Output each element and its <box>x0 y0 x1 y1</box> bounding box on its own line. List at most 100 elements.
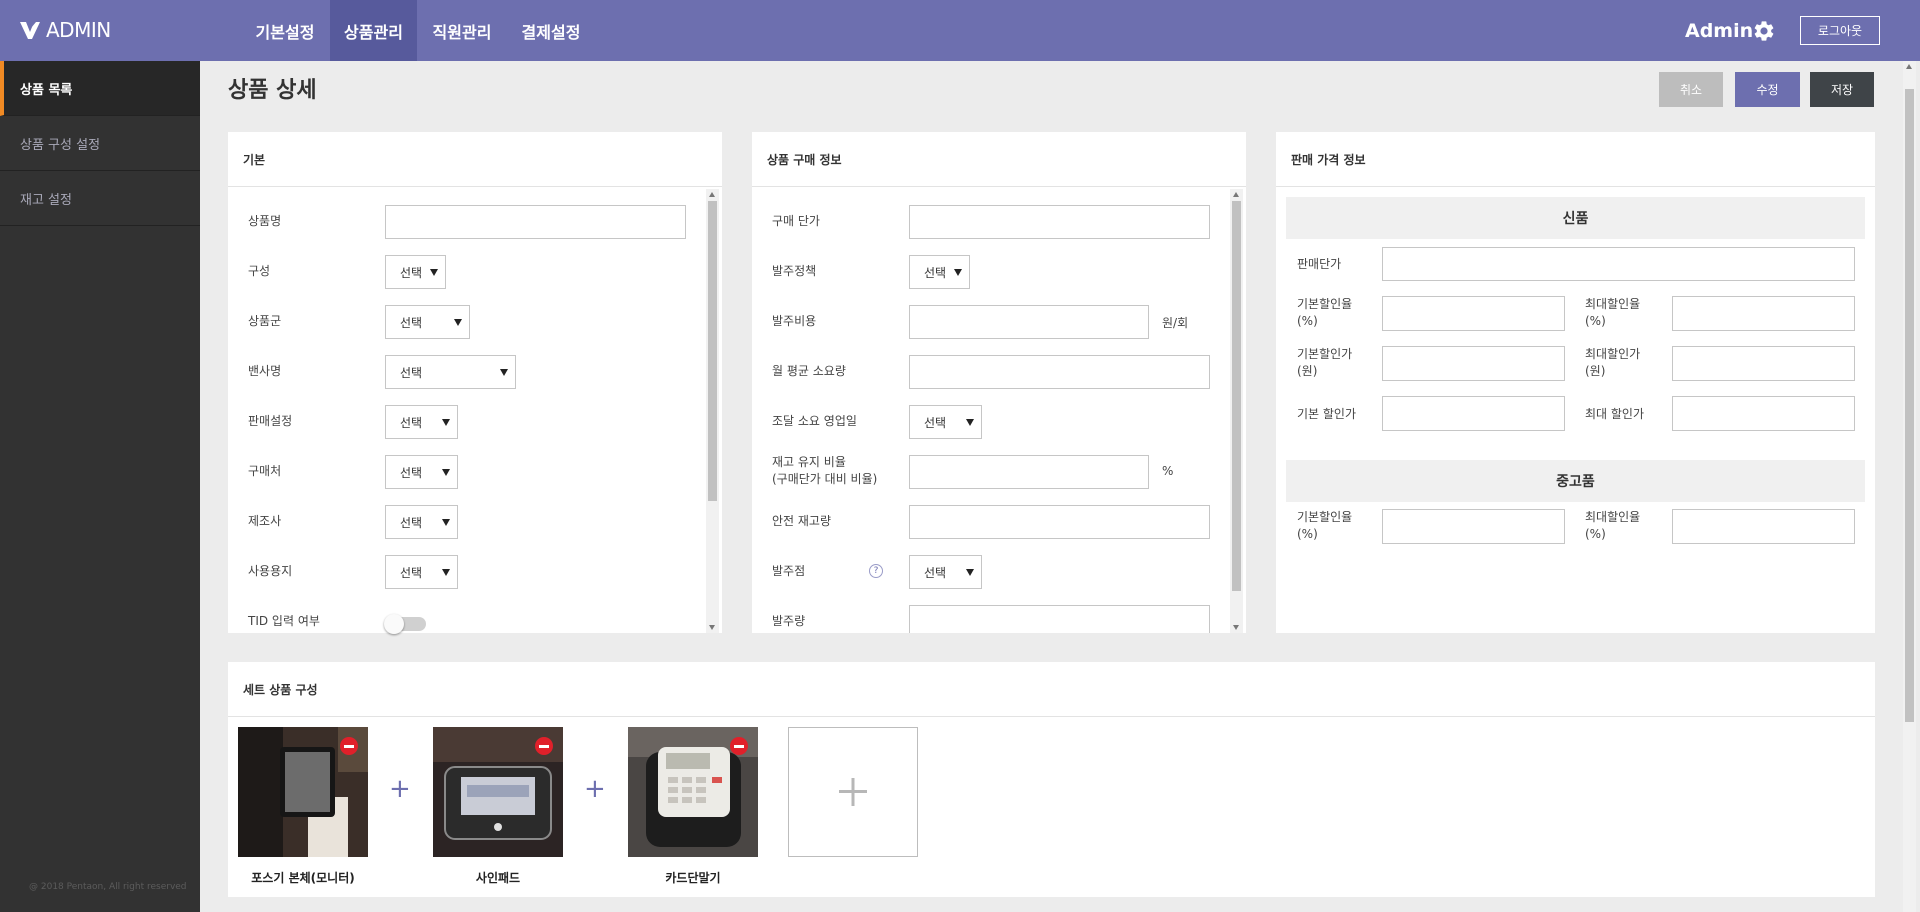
select-value: 선택 <box>400 265 423 280</box>
chevron-down-icon <box>442 519 450 526</box>
basic-scrollbar[interactable] <box>706 189 719 633</box>
page-scrollbar[interactable] <box>1903 61 1916 912</box>
basic-panel: 기본 상품명 구성 선택 상품군 선택 밴사명 선택 판매설정 선택 구매처 선… <box>228 132 722 634</box>
sidebar-item-product-composition[interactable]: 상품 구성 설정 <box>0 116 200 171</box>
scroll-thumb[interactable] <box>1232 201 1241 591</box>
maker-label: 제조사 <box>248 514 282 528</box>
basic-panel-title: 기본 <box>228 132 722 187</box>
nav-payment-settings[interactable]: 결제설정 <box>507 0 595 61</box>
sale-price-input[interactable] <box>1382 247 1855 281</box>
product-name-label: 상품명 <box>248 214 282 228</box>
order-policy-label: 발주정책 <box>772 264 817 278</box>
gear-icon[interactable] <box>1752 19 1776 43</box>
label-line2: (원) <box>1585 364 1606 378</box>
logo[interactable]: ADMIN <box>19 15 111 45</box>
save-button[interactable]: 저장 <box>1810 72 1874 107</box>
nav-product-management[interactable]: 상품관리 <box>330 0 417 61</box>
product-name: 포스기 본체(모니터) <box>251 871 355 885</box>
max-price-input[interactable] <box>1672 396 1855 431</box>
base-rate-label: 기본할인율 (%) <box>1297 296 1352 330</box>
nav-label: 결제설정 <box>521 22 581 42</box>
used-max-rate-input[interactable] <box>1672 509 1855 544</box>
group-select[interactable]: 선택 <box>385 305 470 339</box>
label-line2: (%) <box>1585 527 1606 541</box>
add-product-button[interactable] <box>788 727 918 857</box>
set-panel: 세트 상품 구성 포스기 본체(모니터) + 사인패드 + 카드단말기 <box>228 662 1875 897</box>
plus-separator: + <box>389 774 411 804</box>
max-rate-input[interactable] <box>1672 296 1855 331</box>
help-icon[interactable]: ? <box>869 564 883 578</box>
product-photo-monitor[interactable] <box>238 727 368 857</box>
nav-basic-settings[interactable]: 기본설정 <box>240 0 330 61</box>
product-name-input[interactable] <box>385 205 686 239</box>
tid-toggle[interactable] <box>384 614 426 634</box>
purchase-scrollbar[interactable] <box>1230 189 1243 633</box>
select-value: 선택 <box>924 565 947 580</box>
label-line1: 최대할인율 <box>1585 510 1641 524</box>
remove-icon[interactable] <box>535 737 553 755</box>
used-base-rate-input[interactable] <box>1382 509 1565 544</box>
scroll-thumb[interactable] <box>708 201 717 501</box>
select-value: 선택 <box>400 565 423 580</box>
sidebar-item-product-list[interactable]: 상품 목록 <box>0 61 200 116</box>
label-line1: 기본할인율 <box>1297 510 1353 524</box>
composition-label: 구성 <box>248 264 271 278</box>
sidebar-item-label: 재고 설정 <box>20 192 72 208</box>
select-value: 선택 <box>924 265 947 280</box>
purchase-from-select[interactable]: 선택 <box>385 455 458 489</box>
vendor-select[interactable]: 선택 <box>385 355 516 389</box>
cancel-button[interactable]: 취소 <box>1659 72 1723 107</box>
stock-ratio-input[interactable] <box>909 455 1149 489</box>
scroll-down-icon[interactable] <box>1233 625 1239 630</box>
set-panel-title: 세트 상품 구성 <box>228 662 1875 717</box>
vendor-label: 밴사명 <box>248 364 282 378</box>
select-value: 선택 <box>400 415 423 430</box>
sale-setting-label: 판매설정 <box>248 414 293 428</box>
scroll-up-icon[interactable] <box>709 192 715 197</box>
safety-stock-input[interactable] <box>909 505 1210 539</box>
chevron-down-icon <box>454 319 462 326</box>
plus-icon <box>839 778 867 806</box>
maker-select[interactable]: 선택 <box>385 505 458 539</box>
base-rate-input[interactable] <box>1382 296 1565 331</box>
pricing-panel: 판매 가격 정보 신품 판매단가 기본할인율 (%) 최대할인율 (%) 기본할인가… <box>1276 132 1875 633</box>
select-value: 선택 <box>400 465 423 480</box>
max-amount-input[interactable] <box>1672 346 1855 381</box>
nav-staff-management[interactable]: 직원관리 <box>417 0 507 61</box>
sidebar-item-stock-settings[interactable]: 재고 설정 <box>0 171 200 226</box>
scroll-up-icon[interactable] <box>1233 192 1239 197</box>
product-photo-signpad[interactable] <box>433 727 563 857</box>
order-point-select[interactable]: 선택 <box>909 555 982 589</box>
logout-button[interactable]: 로그아웃 <box>1800 16 1880 45</box>
base-price-input[interactable] <box>1382 396 1565 431</box>
nav-label: 기본설정 <box>255 22 315 42</box>
copyright: @ 2018 Pentaon, All right reserved <box>29 882 187 892</box>
used-max-rate-label: 최대할인율 (%) <box>1585 509 1640 543</box>
order-cost-input[interactable] <box>909 305 1149 339</box>
max-price-label: 최대 할인가 <box>1585 407 1645 421</box>
label-line2: (%) <box>1585 314 1606 328</box>
paper-label: 사용용지 <box>248 564 293 578</box>
composition-select[interactable]: 선택 <box>385 255 446 289</box>
remove-icon[interactable] <box>730 737 748 755</box>
unit-price-input[interactable] <box>909 205 1210 239</box>
label-line1: 기본할인가 <box>1297 347 1353 361</box>
remove-icon[interactable] <box>340 737 358 755</box>
tid-label: TID 입력 여부 <box>248 614 320 628</box>
product-photo-card-terminal[interactable] <box>628 727 758 857</box>
select-value: 선택 <box>400 315 423 330</box>
scroll-thumb[interactable] <box>1905 89 1914 722</box>
sale-setting-select[interactable]: 선택 <box>385 405 458 439</box>
edit-button[interactable]: 수정 <box>1735 72 1800 107</box>
order-qty-input[interactable] <box>909 605 1210 633</box>
monthly-usage-input[interactable] <box>909 355 1210 389</box>
paper-select[interactable]: 선택 <box>385 555 458 589</box>
scroll-down-icon[interactable] <box>709 625 715 630</box>
scroll-up-icon[interactable] <box>1906 64 1912 69</box>
max-rate-label: 최대할인율 (%) <box>1585 296 1640 330</box>
base-amount-input[interactable] <box>1382 346 1565 381</box>
lead-days-select[interactable]: 선택 <box>909 405 982 439</box>
stock-ratio-label-line1: 재고 유지 비율 <box>772 455 846 469</box>
order-policy-select[interactable]: 선택 <box>909 255 970 289</box>
sidebar-item-label: 상품 목록 <box>20 82 73 98</box>
